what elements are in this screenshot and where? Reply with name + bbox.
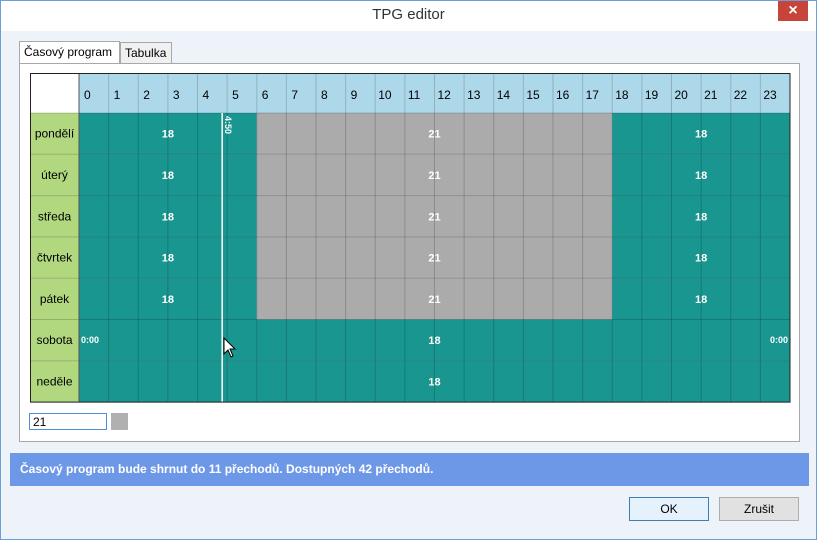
hour-label: 18 (615, 88, 629, 102)
day-label: pátek (40, 292, 70, 306)
hour-label: 13 (467, 88, 481, 102)
cancel-button[interactable]: Zrušit (719, 497, 799, 521)
segment-value-label: 18 (162, 170, 174, 182)
temperature-value-input[interactable] (29, 413, 107, 430)
hour-label: 19 (645, 88, 659, 102)
info-bar: Časový program bude shrnut do 11 přechod… (10, 453, 809, 486)
hour-label: 7 (291, 88, 298, 102)
segment-value-label: 18 (695, 170, 707, 182)
segment-value-label: 21 (428, 294, 440, 306)
hour-label: 4 (203, 88, 210, 102)
hour-label: 12 (438, 88, 452, 102)
schedule-panel: 0 1 2 3 4 5 6 7 8 9 10 11 12 13 14 15 16 17 18 19 20 21 22 23 po… (19, 63, 800, 442)
hour-label: 0 (84, 88, 91, 102)
info-text: Časový program bude shrnut do 11 přechod… (20, 462, 434, 476)
hour-label: 5 (232, 88, 239, 102)
hour-label: 15 (526, 88, 540, 102)
hour-label: 23 (763, 88, 777, 102)
hour-label: 9 (351, 88, 358, 102)
segment-value-label: 18 (695, 294, 707, 306)
hour-label: 16 (556, 88, 570, 102)
hour-label: 11 (408, 88, 421, 102)
end-time-label: 0:00 (770, 335, 788, 345)
segment-value-label: 21 (428, 170, 440, 182)
tab-casovy-program[interactable]: Časový program (19, 41, 120, 64)
schedule-grid[interactable]: 0 1 2 3 4 5 6 7 8 9 10 11 12 13 14 15 16 17 18 19 20 21 22 23 po… (30, 73, 791, 404)
tpg-editor-window: TPG editor × Časový program Tabulka 0123… (0, 0, 817, 540)
day-label: čtvrtek (37, 251, 73, 265)
hour-label: 14 (497, 88, 511, 102)
segment-value-label: 21 (428, 211, 440, 223)
schedule-grid-canvas[interactable]: 0 1 2 3 4 5 6 7 8 9 10 11 12 13 14 15 16 17 18 19 20 21 22 23po… (30, 73, 791, 404)
ok-button[interactable]: OK (629, 497, 709, 521)
hour-label: 3 (173, 88, 180, 102)
hour-label: 17 (586, 88, 600, 102)
hour-label: 22 (734, 88, 748, 102)
time-marker-label: 4:50 (223, 116, 233, 134)
hour-label: 1 (114, 88, 121, 102)
hour-label: 21 (704, 88, 718, 102)
segment-value-label: 18 (695, 129, 707, 141)
segment-value-label: 18 (162, 211, 174, 223)
segment-value-label: 18 (695, 253, 707, 265)
start-time-label: 0:00 (81, 335, 99, 345)
segment-value-label: 18 (162, 253, 174, 265)
day-label: neděle (36, 374, 72, 388)
segment-value-label: 18 (162, 294, 174, 306)
hour-label: 8 (321, 88, 328, 102)
hour-label: 2 (143, 88, 150, 102)
segment-value-label: 21 (428, 253, 440, 265)
day-label: sobota (36, 333, 72, 347)
hour-label: 6 (262, 88, 269, 102)
segment-value-label: 18 (428, 335, 440, 347)
segment-value-label: 18 (162, 129, 174, 141)
hour-label: 10 (378, 88, 392, 102)
grid-corner (30, 73, 79, 113)
segment-value-label: 18 (428, 376, 440, 388)
mouse-cursor-icon (223, 337, 237, 358)
close-icon[interactable]: × (778, 1, 808, 21)
day-label: středa (38, 209, 72, 223)
color-swatch[interactable] (111, 413, 128, 430)
title-bar: TPG editor × (1, 1, 816, 31)
window-title: TPG editor (372, 6, 445, 23)
day-label: pondělí (35, 127, 75, 141)
tab-tabulka[interactable]: Tabulka (120, 42, 172, 63)
segment-value-label: 18 (695, 211, 707, 223)
day-label: úterý (41, 168, 68, 182)
hour-label: 20 (675, 88, 689, 102)
segment-value-label: 21 (428, 129, 440, 141)
